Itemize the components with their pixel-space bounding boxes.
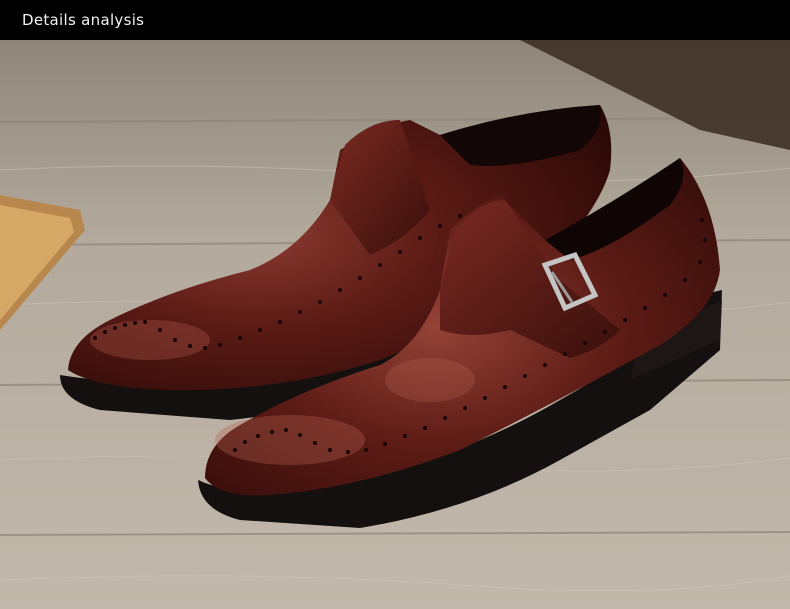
product-photo (0, 40, 790, 609)
header-bar: Details analysis (0, 0, 790, 40)
shoes-illustration (0, 40, 790, 609)
header-title: Details analysis (22, 11, 145, 29)
